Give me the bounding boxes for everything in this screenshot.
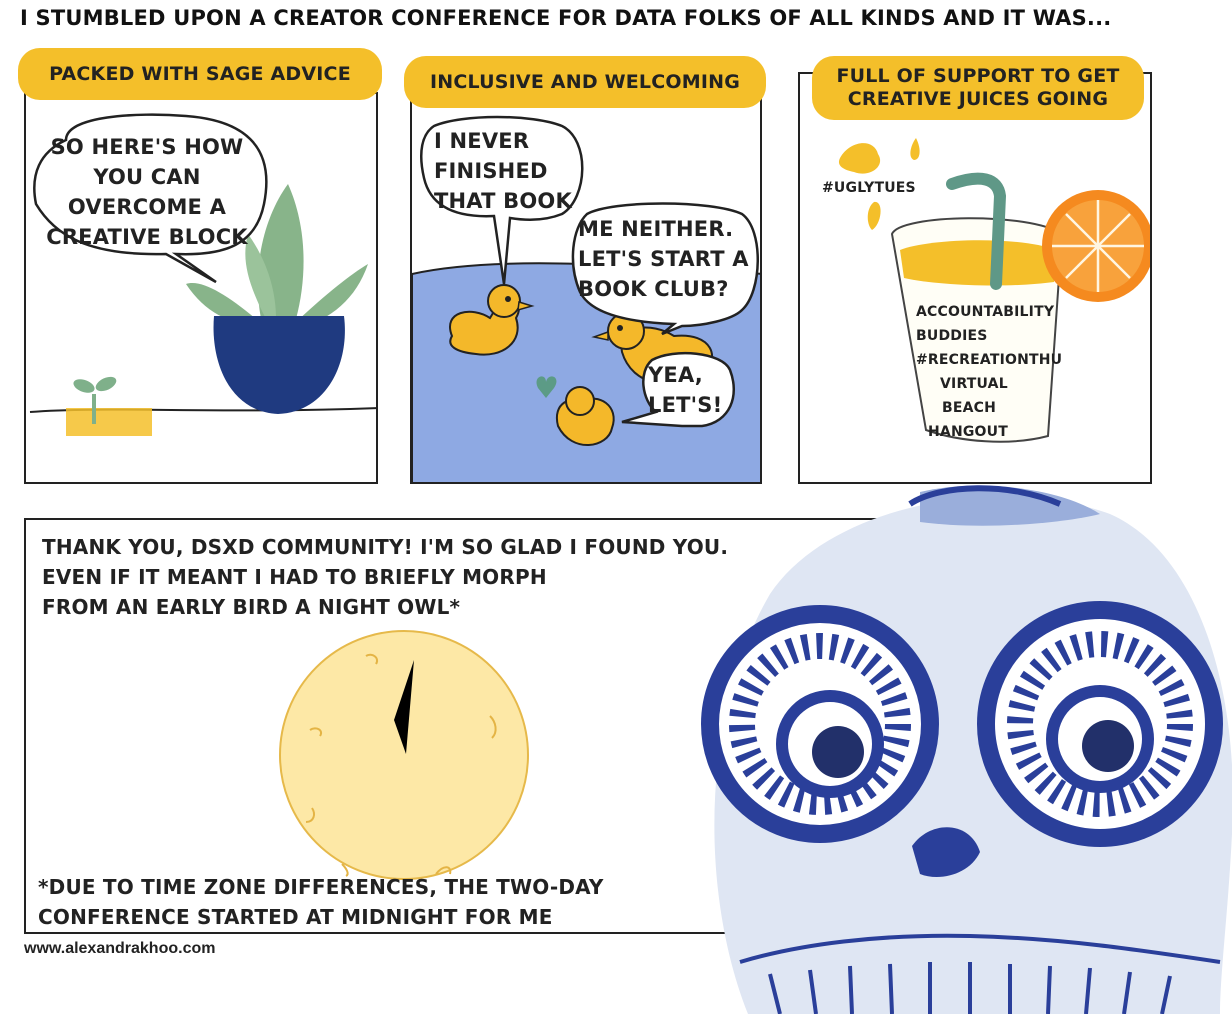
banner-support: FULL OF SUPPORT TO GET CREATIVE JUICES G… bbox=[812, 56, 1144, 120]
comic-title: I STUMBLED UPON A CREATOR CONFERENCE FOR… bbox=[20, 6, 1112, 30]
website-url[interactable]: www.alexandrakhoo.com bbox=[24, 940, 215, 958]
banner-sage-advice: PACKED WITH SAGE ADVICE bbox=[18, 48, 382, 100]
banner-inclusive: INCLUSIVE AND WELCOMING bbox=[404, 56, 766, 108]
panel-support: #UGLYTUES ACCOUNTABILITY BUDDIES #RECREA… bbox=[798, 72, 1152, 484]
hashtag-ugly-tues: #UGLYTUES bbox=[822, 180, 916, 196]
speech-bubble-book: I NEVER FINISHED THAT BOOK bbox=[434, 129, 572, 213]
midnight-clock bbox=[279, 630, 529, 880]
cup-list: ACCOUNTABILITY BUDDIES #RECREATIONTHU VI… bbox=[916, 304, 1063, 440]
footnote-text: *DUE TO TIME ZONE DIFFERENCES, THE TWO-D… bbox=[38, 875, 604, 929]
panel-inclusive: I NEVER FINISHED THAT BOOK ME NEITHER. L… bbox=[410, 94, 762, 484]
thank-you-text: THANK YOU, DSxD COMMUNITY! I'M SO GLAD I… bbox=[42, 535, 729, 619]
speech-bubble-yea: YEA, LET'S! bbox=[648, 363, 723, 417]
speech-bubble-book-club: ME NEITHER. LET'S START A BOOK CLUB? bbox=[578, 217, 749, 301]
speech-bubble-advice: SO HERE'S HOW YOU CAN OVERCOME A CREATIV… bbox=[46, 135, 248, 249]
panel-sage-advice: SO HERE'S HOW YOU CAN OVERCOME A CREATIV… bbox=[24, 92, 378, 484]
porcelain-owl bbox=[701, 485, 1232, 1014]
